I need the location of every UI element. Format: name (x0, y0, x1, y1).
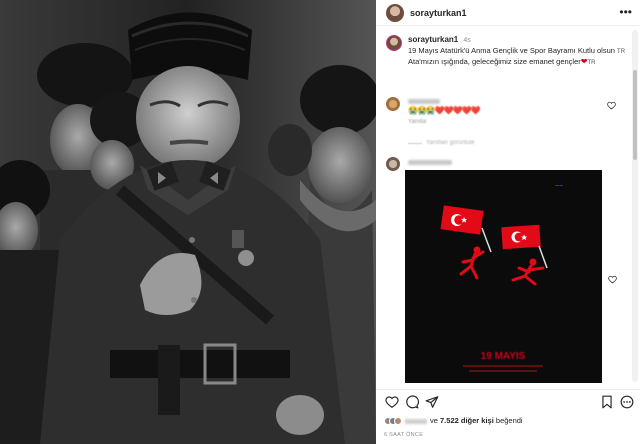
comments-scroll-area[interactable]: sorayturkan1 4s 19 Mayıs Atatürk'ü Anma … (376, 27, 628, 387)
comment-text: 😭😭😭❤️❤️❤️❤️❤️ (408, 106, 481, 115)
comments-scrollbar[interactable] (632, 30, 638, 382)
liker-avatar (394, 416, 402, 425)
comment-heart-icon[interactable] (607, 101, 616, 110)
caption-flag-2: TR (587, 60, 596, 66)
likes-and: ve (430, 416, 438, 425)
comment-heart-icon[interactable] (608, 275, 617, 284)
post-photo[interactable] (0, 0, 376, 444)
more-icon[interactable] (620, 395, 634, 409)
commenter-avatar[interactable] (386, 97, 400, 111)
bookmark-icon[interactable] (600, 395, 614, 409)
likes-suffix: beğendi (495, 416, 523, 425)
likes-count[interactable]: 7.522 diğer kişi (440, 416, 494, 425)
caption-avatar[interactable] (386, 35, 402, 51)
caption-username[interactable]: sorayturkan1 (408, 35, 458, 44)
caption-line-2: Ata'mızın ışığında, geleceğimiz size ema… (408, 57, 581, 66)
post-caption: sorayturkan1 4s 19 Mayıs Atatürk'ü Anma … (386, 35, 626, 68)
comment-reply-link[interactable]: Yanıtla (408, 119, 426, 125)
svg-text:~~: ~~ (555, 183, 563, 190)
post-panel: sorayturkan1 ••• sorayturkan1 4s 19 Mayı… (376, 0, 640, 444)
post-timestamp: 6 SAAT ÖNCE (384, 432, 424, 438)
comment-icon[interactable] (405, 395, 419, 409)
heart-icon[interactable] (385, 395, 399, 409)
author-username[interactable]: sorayturkan1 (410, 8, 467, 18)
action-bar (376, 389, 640, 411)
photo-image (0, 0, 376, 444)
share-icon[interactable] (425, 395, 439, 409)
comment-gif-image[interactable]: ~~ 19 MAYIS (405, 170, 602, 383)
commenter-avatar[interactable] (386, 157, 400, 171)
poster-artwork: ~~ 19 MAYIS (405, 170, 602, 383)
caption-time: 4s (463, 37, 471, 44)
post-header: sorayturkan1 ••• (376, 0, 640, 26)
commenter-name[interactable] (408, 160, 452, 165)
poster-title: 19 MAYIS (481, 351, 526, 362)
view-replies-toggle[interactable]: Yanıtları görüntüle (408, 140, 475, 146)
more-options-icon[interactable]: ••• (619, 5, 632, 19)
liker-name[interactable] (405, 418, 427, 424)
author-avatar[interactable] (386, 3, 404, 22)
caption-line-1: 19 Mayıs Atatürk'ü Anma Gençlik ve Spor … (408, 46, 615, 55)
caption-flag-1: TR (617, 49, 626, 55)
commenter-name[interactable] (408, 99, 440, 104)
likes-summary[interactable]: ve 7.522 diğer kişi beğendi (384, 416, 523, 425)
